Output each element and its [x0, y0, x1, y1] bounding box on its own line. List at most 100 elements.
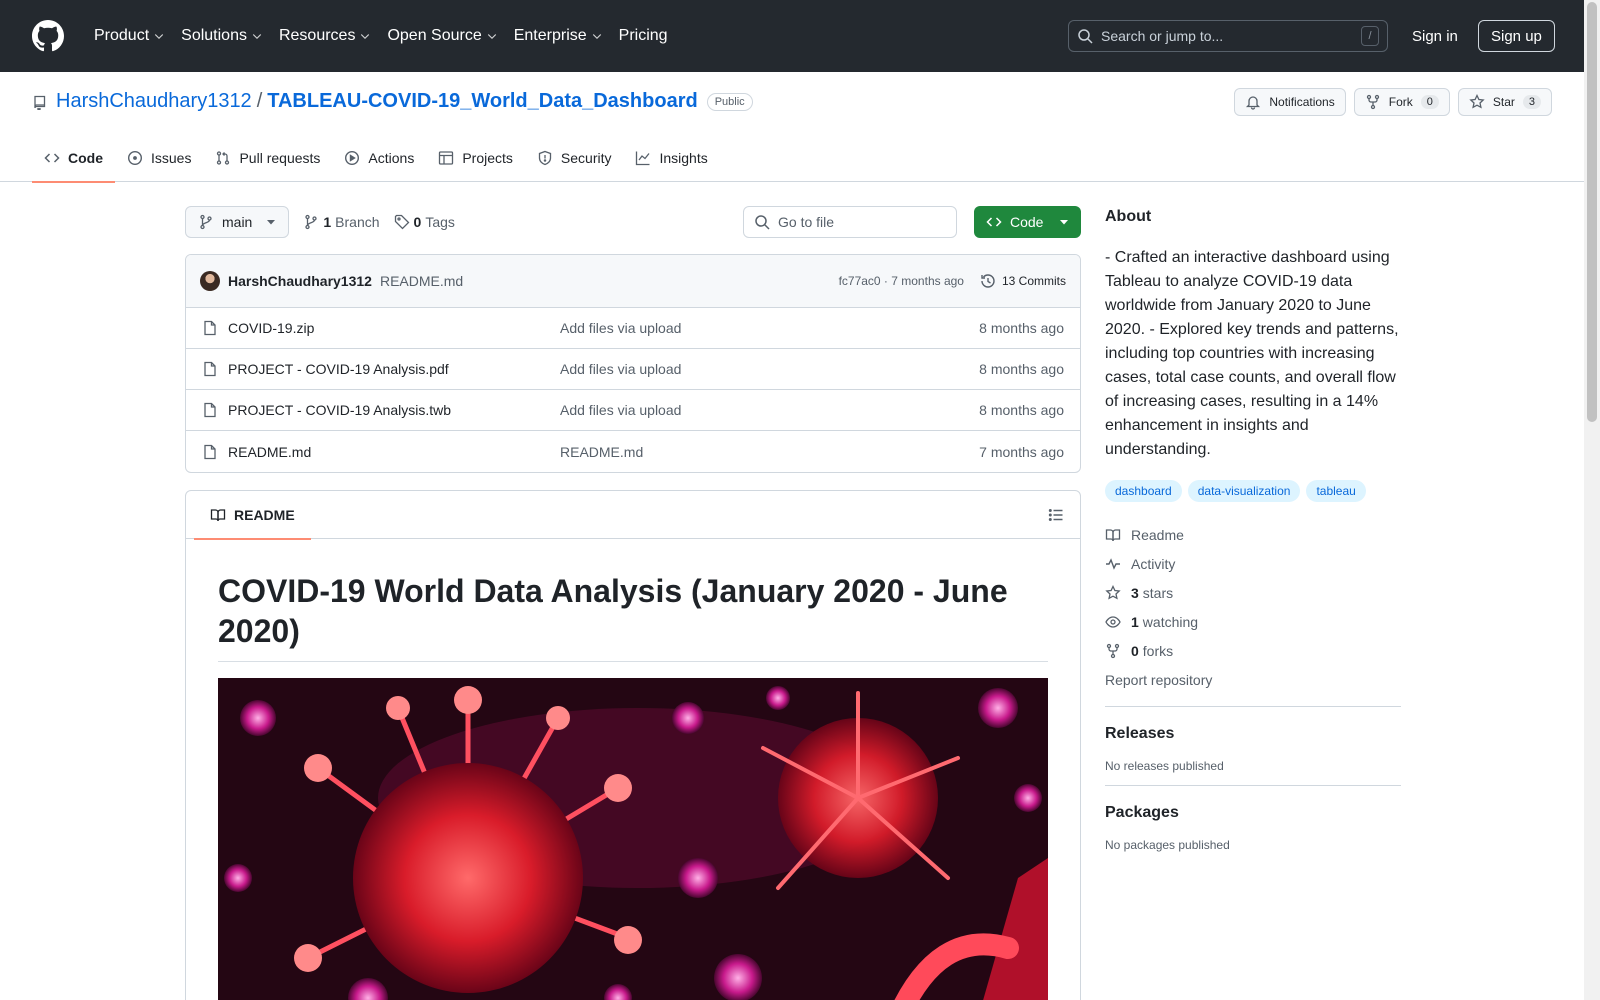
releases-heading[interactable]: Releases — [1105, 723, 1401, 745]
file-name-link[interactable]: README.md — [228, 444, 560, 460]
stars-link[interactable]: 3 stars — [1105, 578, 1401, 607]
branch-icon — [305, 214, 318, 230]
nav-resources[interactable]: Resources — [271, 18, 379, 54]
book-icon — [210, 508, 226, 521]
about-heading: About — [1105, 208, 1152, 225]
file-name-link[interactable]: PROJECT - COVID-19 Analysis.pdf — [228, 361, 560, 377]
report-repository-link[interactable]: Report repository — [1105, 665, 1401, 694]
sign-in-link[interactable]: Sign in — [1404, 20, 1466, 52]
repo-owner-link[interactable]: HarshChaudhary1312 — [56, 90, 252, 113]
file-commit-message[interactable]: README.md — [560, 444, 643, 460]
repo-tabs: Code Issues Pull requests Actions Projec… — [32, 134, 720, 183]
notifications-button[interactable]: Notifications — [1234, 88, 1346, 116]
file-commit-time: 8 months ago — [979, 402, 1064, 418]
file-commit-time: 8 months ago — [979, 361, 1064, 377]
topic-tag[interactable]: tableau — [1306, 480, 1366, 502]
tab-projects[interactable]: Projects — [426, 134, 525, 182]
file-icon — [204, 402, 216, 418]
table-row[interactable]: README.md README.md 7 months ago — [186, 431, 1080, 472]
activity-link[interactable]: Activity — [1105, 549, 1401, 578]
nav-pricing[interactable]: Pricing — [611, 18, 676, 54]
commit-author-link[interactable]: HarshChaudhary1312 — [228, 273, 372, 289]
readme-tab[interactable]: README — [194, 491, 311, 540]
tab-pull-requests[interactable]: Pull requests — [203, 134, 332, 182]
topic-tag[interactable]: data-visualization — [1187, 480, 1301, 502]
file-name-link[interactable]: COVID-19.zip — [228, 320, 560, 336]
branch-name: main — [222, 214, 253, 230]
caret-down-icon — [267, 220, 276, 225]
nav-product[interactable]: Product — [86, 18, 173, 54]
table-row[interactable]: PROJECT - COVID-19 Analysis.twb Add file… — [186, 390, 1080, 431]
file-commit-message[interactable]: Add files via upload — [560, 320, 681, 336]
tab-issues[interactable]: Issues — [115, 134, 203, 182]
tab-code[interactable]: Code — [32, 134, 115, 183]
forks-link[interactable]: 0 forks — [1105, 636, 1401, 665]
table-row[interactable]: COVID-19.zip Add files via upload 8 mont… — [186, 308, 1080, 349]
file-commit-message[interactable]: Add files via upload — [560, 402, 681, 418]
star-icon — [1105, 584, 1121, 600]
global-search-input[interactable]: Search or jump to... / — [1068, 20, 1388, 52]
graph-icon — [636, 151, 650, 166]
star-button[interactable]: Star 3 — [1457, 88, 1552, 116]
table-row[interactable]: PROJECT - COVID-19 Analysis.pdf Add file… — [186, 349, 1080, 390]
repo-name-link[interactable]: TABLEAU-COVID-19_World_Data_Dashboard — [267, 90, 697, 113]
pull-request-icon — [217, 151, 230, 165]
file-name-link[interactable]: PROJECT - COVID-19 Analysis.twb — [228, 402, 560, 418]
nav-enterprise[interactable]: Enterprise — [506, 18, 611, 54]
star-icon — [1469, 94, 1485, 109]
tab-actions[interactable]: Actions — [332, 134, 426, 182]
commit-message-link[interactable]: README.md — [380, 273, 463, 289]
repo-actions: Notifications Fork 0 Star 3 — [1234, 88, 1552, 116]
search-icon — [755, 215, 770, 230]
packages-heading[interactable]: Packages — [1105, 802, 1401, 824]
search-icon — [1078, 29, 1093, 44]
pulse-icon — [1106, 557, 1120, 570]
eye-icon — [1105, 615, 1121, 628]
releases-note: No releases published — [1105, 759, 1224, 773]
issue-icon — [127, 150, 143, 166]
file-commit-message[interactable]: Add files via upload — [560, 361, 681, 377]
global-nav: Product Solutions Resources Open Source … — [86, 18, 676, 54]
topic-tag[interactable]: dashboard — [1105, 480, 1182, 502]
fork-count: 0 — [1420, 95, 1439, 109]
nav-solutions[interactable]: Solutions — [173, 18, 271, 54]
tab-security[interactable]: Security — [525, 134, 624, 182]
branch-icon — [200, 214, 212, 230]
file-icon — [204, 361, 216, 377]
search-placeholder: Search or jump to... — [1101, 28, 1224, 44]
tags-link[interactable]: 0 Tags — [394, 214, 455, 230]
readme-link[interactable]: Readme — [1105, 520, 1401, 549]
code-dropdown-button[interactable]: Code — [974, 206, 1081, 238]
global-header: Product Solutions Resources Open Source … — [0, 0, 1584, 72]
divider — [1105, 785, 1401, 786]
search-shortcut-key: / — [1361, 26, 1379, 46]
latest-commit: HarshChaudhary1312 README.md fc77ac0 · 7… — [186, 255, 1080, 308]
go-to-file-placeholder: Go to file — [778, 214, 835, 230]
fork-icon — [1106, 643, 1120, 658]
branches-link[interactable]: 1 Branch — [303, 214, 380, 230]
watchers-link[interactable]: 1 watching — [1105, 607, 1401, 636]
readme-header: README — [186, 491, 1080, 540]
play-icon — [345, 150, 360, 166]
list-unordered-icon[interactable] — [1048, 507, 1064, 523]
chevron-down-icon — [592, 34, 601, 40]
scrollbar-thumb[interactable] — [1587, 2, 1597, 422]
avatar[interactable] — [200, 271, 220, 291]
repo-separator: / — [256, 90, 263, 112]
nav-open-source[interactable]: Open Source — [379, 18, 505, 54]
sign-up-button[interactable]: Sign up — [1478, 20, 1555, 52]
about-description: - Crafted an interactive dashboard using… — [1105, 249, 1399, 458]
shield-icon — [538, 150, 552, 166]
go-to-file-input[interactable]: Go to file — [743, 206, 957, 238]
commit-hash-time[interactable]: fc77ac0 · 7 months ago — [839, 274, 964, 288]
visibility-badge: Public — [706, 92, 753, 111]
fork-button[interactable]: Fork 0 — [1353, 88, 1450, 116]
tab-insights[interactable]: Insights — [623, 134, 719, 182]
topics-list: dashboard data-visualization tableau — [1105, 480, 1401, 502]
commits-link[interactable]: 13 Commits — [980, 273, 1066, 289]
branch-select-button[interactable]: main — [185, 206, 290, 238]
about-links: Readme Activity 3 stars 1 watching 0 forks … — [1105, 520, 1401, 694]
file-icon — [204, 444, 216, 459]
github-logo-icon[interactable] — [32, 20, 64, 52]
readme-body: COVID-19 World Data Analysis (January 20… — [186, 539, 1080, 1000]
